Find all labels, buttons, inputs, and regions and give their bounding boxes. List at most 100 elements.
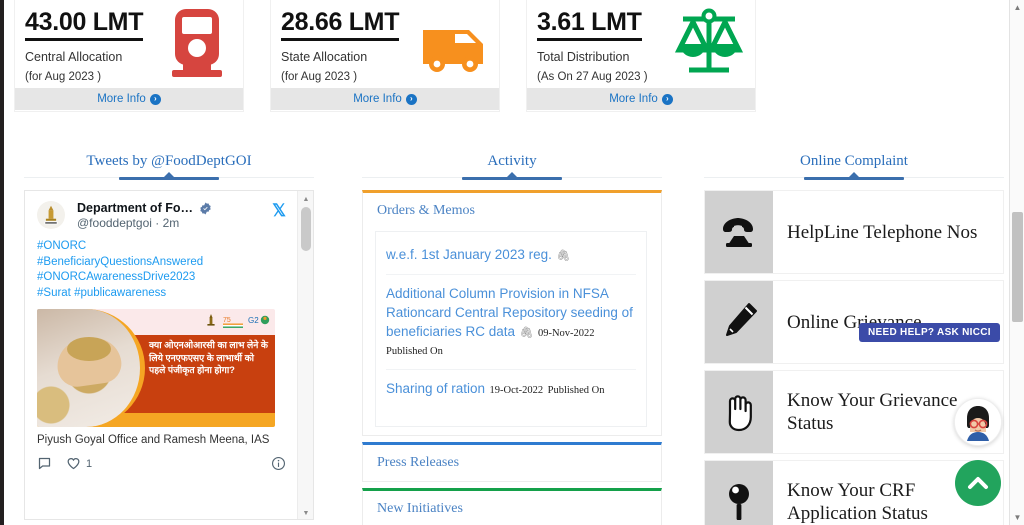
stat-card-body: 3.61 LMT Total Distribution (As On 27 Au… xyxy=(527,0,755,88)
like-count: 1 xyxy=(86,457,93,470)
scales-icon xyxy=(671,6,747,82)
emblem-logo xyxy=(204,312,218,329)
complaint-row-helpline[interactable]: HelpLine Telephone Nos xyxy=(704,190,1004,274)
truck-icon xyxy=(415,6,491,82)
activity-item-title[interactable]: w.e.f. 1st January 2023 reg. xyxy=(386,247,552,262)
caret-up-icon xyxy=(849,172,859,177)
complaint-header: Online Complaint xyxy=(704,150,1004,184)
grain-shape xyxy=(67,337,111,361)
stat-card-body: 43.00 LMT Central Allocation (for Aug 20… xyxy=(15,0,243,88)
telephone-icon xyxy=(705,191,773,273)
heart-icon xyxy=(67,458,80,470)
reply-button[interactable] xyxy=(37,456,52,471)
g20-logo: G2 xyxy=(248,312,270,329)
more-info-button-state[interactable]: More Info › xyxy=(271,88,499,110)
more-info-label: More Info xyxy=(97,93,146,105)
tweet-embed-scrollbar[interactable]: ▲ ▼ xyxy=(297,191,313,519)
avatar[interactable] xyxy=(37,201,65,229)
scroll-to-top-button[interactable] xyxy=(955,460,1001,506)
media-logos: 75 G2 xyxy=(204,312,270,329)
tweet-hashtags[interactable]: #ONORC #BeneficiaryQuestionsAnswered #ON… xyxy=(37,239,286,301)
activity-item-date: 09-Nov-2022 xyxy=(537,328,595,339)
activity-header: Activity xyxy=(362,150,662,184)
tweet-card: Department of Foo… @fooddeptgoi · 2m 𝕏 #… xyxy=(25,191,298,519)
more-info-button-distribution[interactable]: More Info › xyxy=(527,88,755,110)
verified-badge-icon xyxy=(200,202,211,214)
tweet-media-image[interactable]: 75 G2 क्या ओएनओआरसी का लाभ लेने के लिये … xyxy=(37,309,275,427)
caret-up-icon xyxy=(507,172,517,177)
arrow-right-icon: › xyxy=(149,93,161,105)
comment-icon xyxy=(38,457,51,470)
column-tweets: Tweets by @FoodDeptGOI Department of Foo… xyxy=(24,150,314,520)
caret-up-icon xyxy=(164,172,174,177)
activity-item-title[interactable]: Sharing of ration xyxy=(386,381,485,396)
more-info-label: More Info xyxy=(353,93,402,105)
activity-panel: Orders & Memos w.e.f. 1st January 2023 r… xyxy=(362,190,662,525)
accordion-press-releases[interactable]: Press Releases xyxy=(362,442,662,482)
arrow-right-icon: › xyxy=(661,93,673,105)
hand-icon xyxy=(705,371,773,453)
tweet-name-line: Department of Foo… xyxy=(77,201,264,215)
tweet-info-button[interactable] xyxy=(271,456,286,471)
tweet-display-name[interactable]: Department of Foo… xyxy=(77,201,195,215)
scrollbar-down-arrow-icon[interactable]: ▼ xyxy=(1010,510,1024,525)
arrow-right-icon: › xyxy=(405,93,417,105)
stat-card-central-allocation[interactable]: 43.00 LMT Central Allocation (for Aug 20… xyxy=(14,0,244,112)
accordion-label: New Initiatives xyxy=(377,501,463,516)
tweet-header: Department of Foo… @fooddeptgoi · 2m 𝕏 xyxy=(37,201,286,230)
more-info-button-central[interactable]: More Info › xyxy=(15,88,243,110)
activity-item-published-label: Published On xyxy=(386,346,443,357)
page-content: 43.00 LMT Central Allocation (for Aug 20… xyxy=(4,0,1009,525)
stat-card-total-distribution[interactable]: 3.61 LMT Total Distribution (As On 27 Au… xyxy=(526,0,756,112)
need-help-badge[interactable]: NEED HELP? ASK NICCI xyxy=(859,323,1000,342)
header-active-underline xyxy=(119,177,219,180)
tweets-title: Tweets by @FoodDeptGOI xyxy=(86,153,252,169)
complaint-label: Online Grievance xyxy=(787,311,922,333)
tweet-handle: @fooddeptgoi · 2m xyxy=(77,216,180,230)
svg-text:75: 75 xyxy=(223,317,231,324)
accordion-label: Press Releases xyxy=(377,455,460,470)
stat-value: 43.00 LMT xyxy=(25,8,143,41)
list-item[interactable]: w.e.f. 1st January 2023 reg. 🖇 xyxy=(386,232,636,274)
scroll-down-arrow-icon[interactable]: ▼ xyxy=(298,506,313,519)
twitter-embed[interactable]: Department of Foo… @fooddeptgoi · 2m 𝕏 #… xyxy=(24,190,314,520)
activity-item-date: 19-Oct-2022 xyxy=(489,385,544,396)
activity-item-title[interactable]: Additional Column Provision in NFSA Rati… xyxy=(386,286,633,339)
accordion-title-orders-memos[interactable]: Orders & Memos xyxy=(363,193,661,228)
x-logo-icon[interactable]: 𝕏 xyxy=(272,201,286,219)
scrollbar-thumb[interactable] xyxy=(301,207,311,251)
attachment-icon: 🖇 xyxy=(556,250,571,262)
column-activity: Activity Orders & Memos w.e.f. 1st Janua… xyxy=(362,150,662,525)
tweet-author-block: Department of Foo… @fooddeptgoi · 2m xyxy=(73,201,264,230)
scroll-up-arrow-icon[interactable]: ▲ xyxy=(298,192,313,206)
stat-value: 28.66 LMT xyxy=(281,8,399,41)
azadi-logo: 75 xyxy=(223,312,243,329)
accordion-orders-memos[interactable]: Orders & Memos w.e.f. 1st January 2023 r… xyxy=(362,190,662,436)
like-button[interactable]: 1 xyxy=(66,456,92,471)
header-active-underline xyxy=(804,177,904,180)
complaint-label: HelpLine Telephone Nos xyxy=(787,221,978,243)
browser-scrollbar-thumb[interactable] xyxy=(1012,212,1023,322)
media-headline-text: क्या ओएनओआरसी का लाभ लेने के लिये एनएफएस… xyxy=(149,340,268,376)
more-info-label: More Info xyxy=(609,93,658,105)
svg-text:G2: G2 xyxy=(248,316,259,325)
browser-scrollbar[interactable]: ▲ ▼ xyxy=(1009,0,1024,525)
tweet-actions: 1 xyxy=(37,456,286,471)
list-item[interactable]: Additional Column Provision in NFSA Rati… xyxy=(386,274,636,369)
need-help-label: NEED HELP? ASK NICCI xyxy=(868,327,991,338)
list-fade-bottom xyxy=(376,410,646,426)
scrollbar-up-arrow-icon[interactable]: ▲ xyxy=(1010,0,1024,15)
train-icon xyxy=(159,6,235,82)
nicci-chat-avatar-icon[interactable] xyxy=(954,398,1002,446)
tweets-header: Tweets by @FoodDeptGOI xyxy=(24,150,314,184)
complaint-row-online-grievance[interactable]: Online Grievance xyxy=(704,280,1004,364)
activity-list[interactable]: w.e.f. 1st January 2023 reg. 🖇 Additiona… xyxy=(375,231,647,427)
stat-card-body: 28.66 LMT State Allocation (for Aug 2023… xyxy=(271,0,499,88)
magnifier-icon xyxy=(705,461,773,525)
stat-card-state-allocation[interactable]: 28.66 LMT State Allocation (for Aug 2023… xyxy=(270,0,500,112)
accordion-new-initiatives[interactable]: New Initiatives xyxy=(362,488,662,525)
activity-item-published-label: Published On xyxy=(547,385,605,396)
list-item[interactable]: Sharing of ration 19-Oct-2022 Published … xyxy=(386,369,636,408)
stat-cards-row: 43.00 LMT Central Allocation (for Aug 20… xyxy=(10,0,780,115)
activity-title: Activity xyxy=(487,153,537,169)
